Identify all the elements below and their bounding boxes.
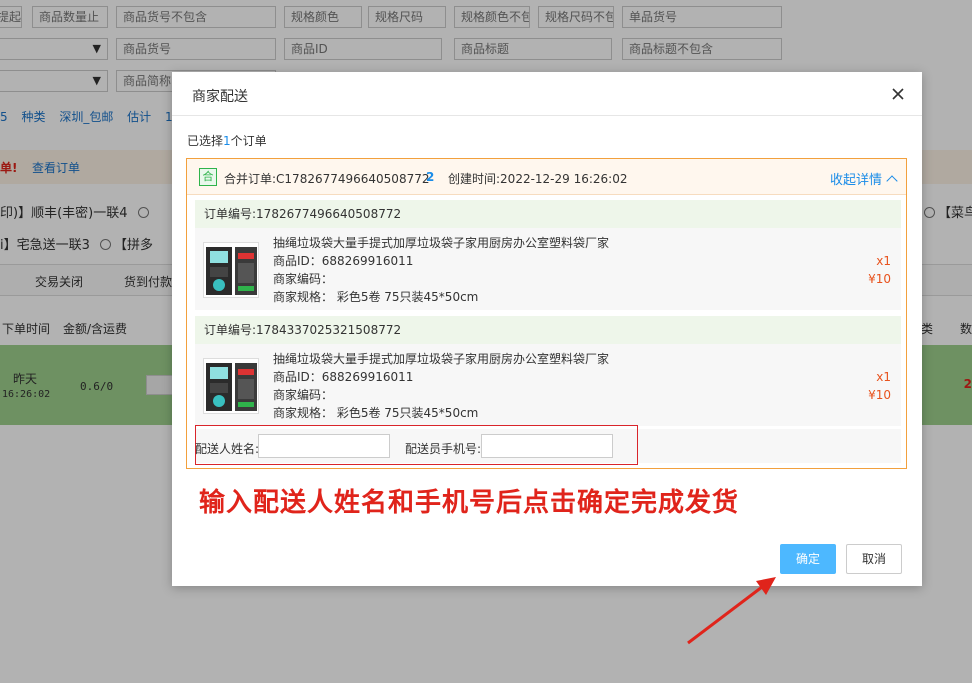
merchant-spec: 商家规格： 彩色5卷 75只装45*50cm: [273, 290, 479, 304]
product-id: 商品ID：688269916011: [273, 254, 414, 268]
sub-order-number: 订单编号:1782677496640508772: [195, 200, 901, 228]
product-line: 抽绳垃圾袋大量手提式加厚垃圾袋子家用厨房办公室塑料袋厂家 商品ID：688269…: [195, 344, 901, 426]
product-info: 抽绳垃圾袋大量手提式加厚垃圾袋子家用厨房办公室塑料袋厂家 商品ID：688269…: [273, 350, 609, 422]
quantity: x1: [876, 254, 891, 268]
merchant-code: 商家编码：: [273, 388, 334, 402]
merchant-code: 商家编码：: [273, 272, 334, 286]
courier-name-label: 配送人姓名:: [195, 442, 260, 456]
quantity-price: x1 ¥10: [868, 252, 891, 288]
merge-order-bar: 合 合并订单:C1782677496640508772 2 创建时间:2022-…: [187, 159, 906, 195]
selected-order-info: 已选择1个订单: [187, 132, 267, 149]
courier-phone-label: 配送员手机号:: [405, 442, 482, 456]
courier-phone-input[interactable]: [481, 434, 613, 458]
merge-create-time: 创建时间:2022-12-29 16:26:02: [448, 172, 628, 186]
product-title: 抽绳垃圾袋大量手提式加厚垃圾袋子家用厨房办公室塑料袋厂家: [273, 352, 610, 366]
product-info: 抽绳垃圾袋大量手提式加厚垃圾袋子家用厨房办公室塑料袋厂家 商品ID：688269…: [273, 234, 609, 306]
merge-order-number: 合并订单:C1782677496640508772: [224, 172, 430, 186]
product-line: 抽绳垃圾袋大量手提式加厚垃圾袋子家用厨房办公室塑料袋厂家 商品ID：688269…: [195, 228, 901, 310]
product-id: 商品ID：688269916011: [273, 370, 414, 384]
selected-prefix: 已选择: [187, 134, 224, 148]
cancel-button[interactable]: 取消: [846, 544, 902, 574]
selected-suffix: 个订单: [230, 134, 267, 148]
instruction-annotation: 输入配送人姓名和手机号后点击确定完成发货: [199, 488, 740, 518]
price: ¥10: [868, 388, 891, 402]
merge-badge: 合: [199, 168, 217, 186]
courier-name-input[interactable]: [258, 434, 390, 458]
sub-order-number: 订单编号:1784337025321508772: [195, 316, 901, 344]
product-thumbnail: [203, 358, 259, 414]
product-title: 抽绳垃圾袋大量手提式加厚垃圾袋子家用厨房办公室塑料袋厂家: [273, 236, 610, 250]
quantity-price: x1 ¥10: [868, 368, 891, 404]
dialog-title: 商家配送: [192, 89, 248, 105]
quantity: x1: [876, 370, 891, 384]
annotation-arrow-icon: [687, 577, 776, 645]
merchant-spec: 商家规格： 彩色5卷 75只装45*50cm: [273, 406, 479, 420]
dialog-header: 商家配送: [172, 72, 922, 116]
close-icon[interactable]: [888, 84, 908, 104]
merge-order-count: 2: [426, 170, 435, 184]
collapse-details-link[interactable]: 收起详情: [829, 169, 898, 188]
price: ¥10: [868, 272, 891, 286]
merchant-delivery-dialog: 商家配送 已选择1个订单 合 合并订单:C1782677496640508772…: [172, 72, 922, 586]
courier-info-row: 配送人姓名: 配送员手机号:: [195, 425, 901, 465]
merged-order-panel: 合 合并订单:C1782677496640508772 2 创建时间:2022-…: [186, 158, 907, 469]
selected-count: 1: [223, 134, 231, 148]
collapse-label: 收起详情: [829, 173, 882, 188]
chevron-up-icon: [886, 175, 898, 187]
product-thumbnail: [203, 242, 259, 298]
